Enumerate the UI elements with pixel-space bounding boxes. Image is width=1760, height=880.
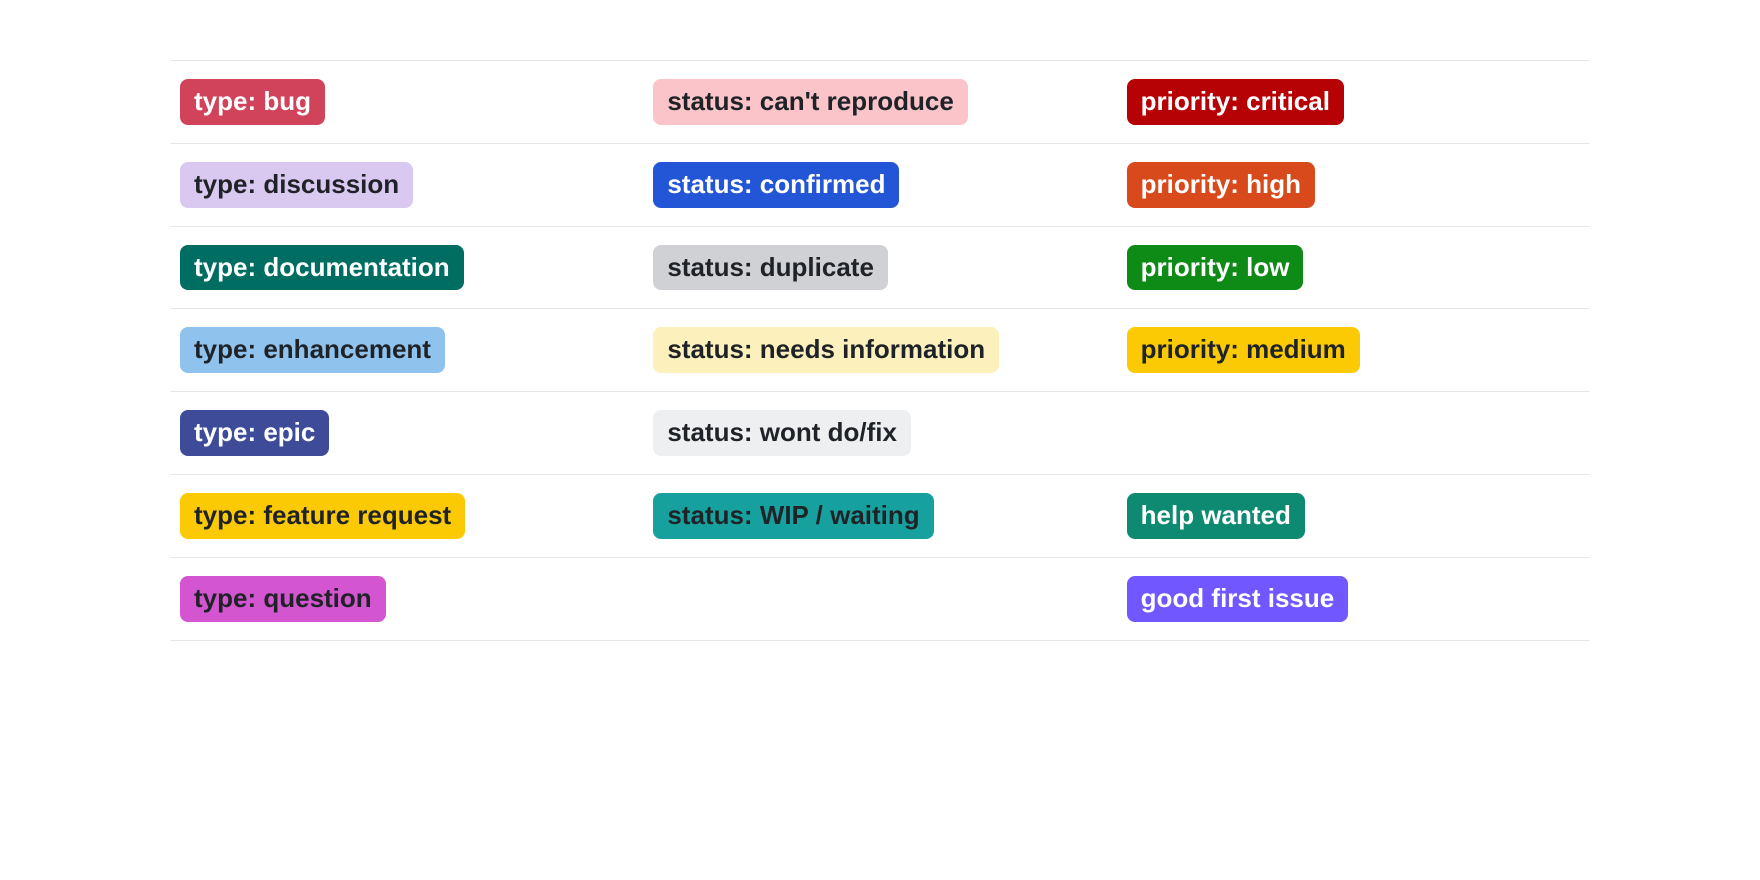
table-row: type: epic status: wont do/fix	[170, 392, 1590, 475]
labels-tbody: type: bug status: can't reproduce priori…	[170, 61, 1590, 641]
table-cell: status: needs information	[643, 309, 1116, 392]
table-row: type: discussion status: confirmed prior…	[170, 143, 1590, 226]
table-cell: type: discussion	[170, 143, 643, 226]
table-cell: type: feature request	[170, 474, 643, 557]
table-row: type: feature request status: WIP / wait…	[170, 474, 1590, 557]
table-row: type: question good first issue	[170, 557, 1590, 640]
label-badge[interactable]: type: documentation	[180, 245, 464, 291]
table-cell: priority: high	[1117, 143, 1590, 226]
label-badge[interactable]: help wanted	[1127, 493, 1305, 539]
label-badge[interactable]: status: can't reproduce	[653, 79, 967, 125]
table-cell: status: can't reproduce	[643, 61, 1116, 144]
table-cell: status: duplicate	[643, 226, 1116, 309]
table-cell: priority: critical	[1117, 61, 1590, 144]
label-badge[interactable]: type: discussion	[180, 162, 413, 208]
label-badge[interactable]: status: duplicate	[653, 245, 888, 291]
table-row: type: enhancement status: needs informat…	[170, 309, 1590, 392]
table-cell: priority: low	[1117, 226, 1590, 309]
label-badge[interactable]: type: epic	[180, 410, 329, 456]
table-row: type: bug status: can't reproduce priori…	[170, 61, 1590, 144]
table-cell: type: documentation	[170, 226, 643, 309]
table-row: type: documentation status: duplicate pr…	[170, 226, 1590, 309]
table-cell: type: question	[170, 557, 643, 640]
label-badge[interactable]: good first issue	[1127, 576, 1349, 622]
table-cell: status: WIP / waiting	[643, 474, 1116, 557]
table-cell	[643, 557, 1116, 640]
table-cell	[1117, 392, 1590, 475]
table-cell: type: epic	[170, 392, 643, 475]
table-cell: type: bug	[170, 61, 643, 144]
table-cell: type: enhancement	[170, 309, 643, 392]
table-cell: good first issue	[1117, 557, 1590, 640]
label-badge[interactable]: status: WIP / waiting	[653, 493, 933, 539]
table-cell: help wanted	[1117, 474, 1590, 557]
table-cell: status: wont do/fix	[643, 392, 1116, 475]
label-badge[interactable]: type: feature request	[180, 493, 465, 539]
label-badge[interactable]: status: needs information	[653, 327, 999, 373]
label-badge[interactable]: status: confirmed	[653, 162, 899, 208]
label-badge[interactable]: type: question	[180, 576, 386, 622]
label-badge[interactable]: type: enhancement	[180, 327, 445, 373]
label-badge[interactable]: priority: low	[1127, 245, 1304, 291]
label-badge[interactable]: priority: high	[1127, 162, 1315, 208]
label-badge[interactable]: priority: critical	[1127, 79, 1344, 125]
table-cell: status: confirmed	[643, 143, 1116, 226]
label-badge[interactable]: priority: medium	[1127, 327, 1360, 373]
table-cell: priority: medium	[1117, 309, 1590, 392]
labels-table: type: bug status: can't reproduce priori…	[170, 60, 1590, 641]
label-badge[interactable]: type: bug	[180, 79, 325, 125]
label-badge[interactable]: status: wont do/fix	[653, 410, 911, 456]
